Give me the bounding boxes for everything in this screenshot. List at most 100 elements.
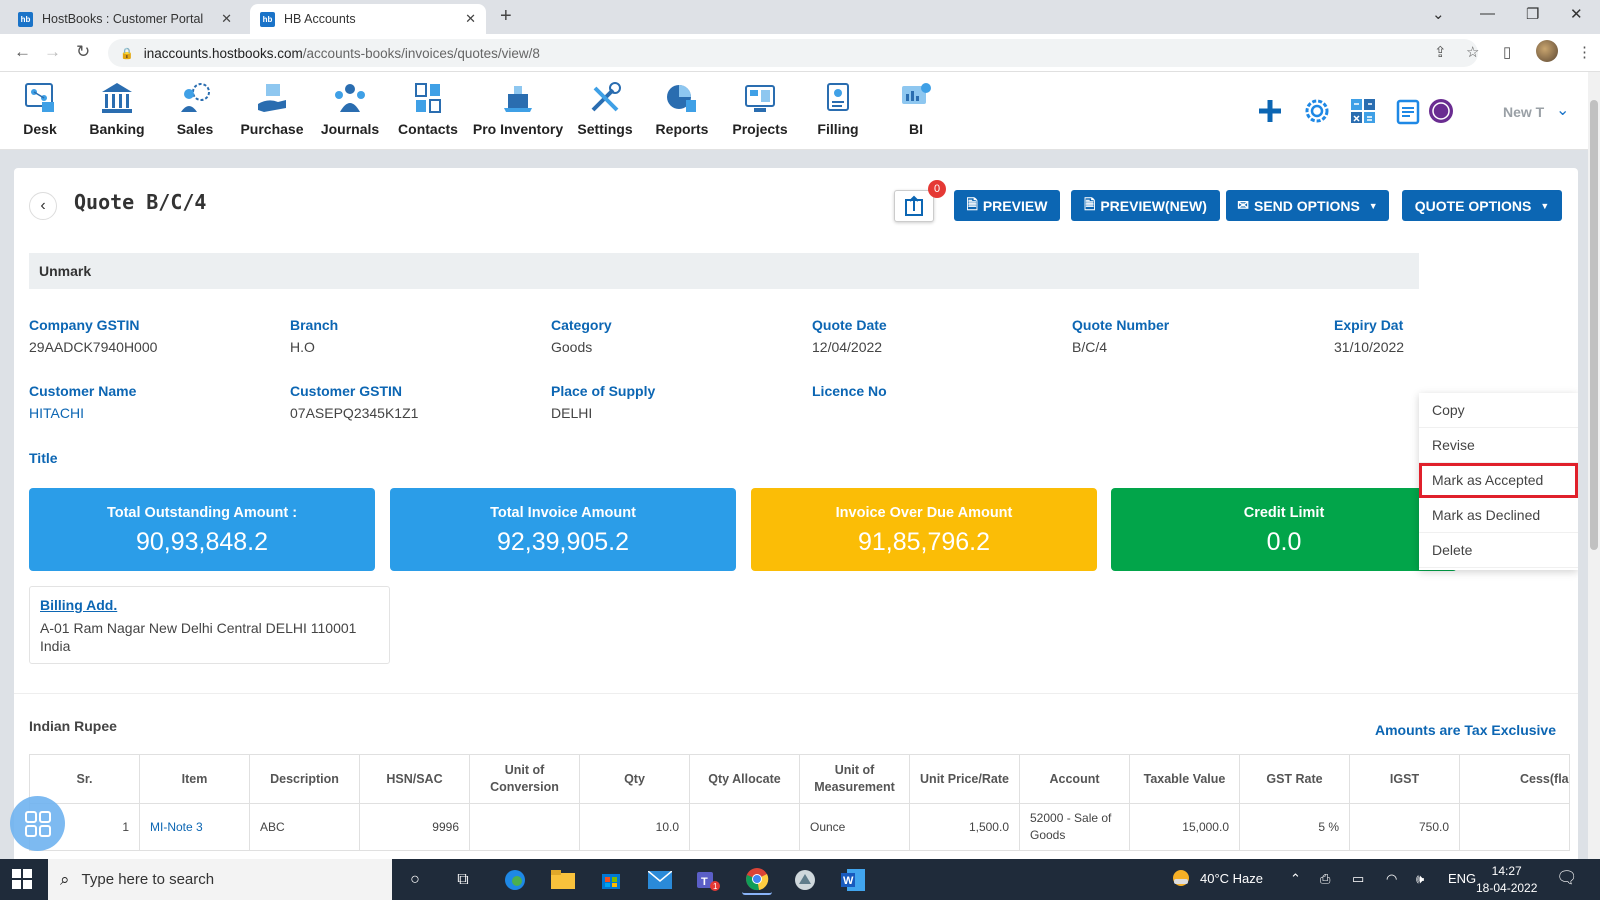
language-indicator[interactable]: ENG	[1448, 871, 1476, 886]
stat-label: Total Invoice Amount	[490, 505, 636, 521]
word-icon[interactable]: W	[838, 865, 868, 895]
stat-value: 90,93,848.2	[135, 528, 269, 556]
meet-now-icon[interactable]: ⎙	[1320, 871, 1330, 887]
new-badge-icon[interactable]	[1426, 96, 1456, 126]
billing-address-text: A-01 Ram Nagar New Delhi Central DELHI 1…	[40, 619, 379, 655]
field-label: Company GSTIN	[29, 317, 140, 333]
nav-filling[interactable]: Filling	[798, 78, 878, 137]
menu-item-revise[interactable]: Revise	[1419, 428, 1578, 463]
hostbooks-favicon-icon: hb	[260, 11, 275, 27]
field-value: Goods	[551, 339, 593, 355]
field-label: Quote Number	[1072, 317, 1170, 333]
nav-journals[interactable]: Journals	[310, 78, 390, 137]
menu-item-delete[interactable]: Delete	[1419, 533, 1578, 568]
notification-center-icon[interactable]: 🗨	[1556, 868, 1578, 888]
menu-item-mark-accepted[interactable]: Mark as Accepted	[1419, 463, 1578, 498]
edge-browser-icon[interactable]	[500, 865, 530, 895]
quote-date-field: Quote Date 12/04/2022	[812, 317, 887, 355]
page-scrollbar-thumb[interactable]	[1590, 100, 1598, 550]
side-panel-icon[interactable]: ▯	[1503, 43, 1511, 61]
column-header: Qty Allocate	[689, 754, 800, 804]
weather-icon[interactable]	[1170, 867, 1192, 892]
mail-icon[interactable]	[645, 865, 675, 895]
tab-search-chevron-icon[interactable]: ⌄	[1432, 5, 1445, 23]
new-tab-plus-icon[interactable]: +	[500, 5, 512, 28]
back-button[interactable]: ‹	[29, 192, 57, 220]
chevron-down-icon[interactable]: ⌄	[1556, 100, 1569, 120]
clipboard-icon[interactable]	[1393, 96, 1423, 126]
share-icon[interactable]: ⇪	[1434, 43, 1447, 61]
field-label: Branch	[290, 317, 339, 333]
taskbar-clock[interactable]: 14:27 18-04-2022	[1476, 863, 1537, 897]
apps-grid-button[interactable]	[10, 796, 65, 851]
tab-hb-accounts[interactable]: hb HB Accounts ✕	[250, 4, 486, 34]
cell-item-link[interactable]: MI-Note 3	[139, 803, 250, 851]
nav-desk[interactable]: Desk	[0, 78, 80, 137]
field-value: 12/04/2022	[812, 339, 883, 355]
customer-name-link[interactable]: HITACHI	[29, 405, 136, 421]
restore-icon[interactable]: ❐	[1526, 5, 1539, 23]
column-header: Unit of Measurement	[799, 754, 910, 804]
upload-button[interactable]	[894, 190, 934, 222]
unity-app-icon[interactable]	[790, 865, 820, 895]
tab-customer-portal[interactable]: hb HostBooks : Customer Portal ✕	[8, 4, 242, 34]
task-view-icon[interactable]: ⧉	[448, 865, 478, 895]
column-header: Description	[249, 754, 360, 804]
menu-item-mark-declined[interactable]: Mark as Declined	[1419, 498, 1578, 533]
preview-button[interactable]: 🗎 PREVIEW	[954, 190, 1060, 221]
minimize-icon[interactable]: —	[1480, 5, 1495, 22]
nav-projects[interactable]: Projects	[720, 78, 800, 137]
overdue-amount-card: Invoice Over Due Amount 91,85,796.2	[751, 488, 1097, 571]
billing-address-link[interactable]: Billing Add.	[40, 597, 379, 613]
nav-bi[interactable]: BI	[876, 78, 956, 137]
nav-contacts[interactable]: Contacts	[388, 78, 468, 137]
stat-label: Invoice Over Due Amount	[835, 505, 1013, 521]
nav-reports[interactable]: Reports	[642, 78, 722, 137]
stat-label: Total Outstanding Amount :	[106, 505, 298, 521]
store-icon[interactable]	[596, 865, 626, 895]
add-plus-icon[interactable]	[1255, 96, 1285, 126]
nav-purchase[interactable]: Purchase	[232, 78, 312, 137]
file-explorer-icon[interactable]	[548, 865, 578, 895]
windows-start-button[interactable]	[12, 869, 32, 892]
gear-icon[interactable]	[1302, 96, 1332, 126]
column-header: IGST	[1349, 754, 1460, 804]
quote-options-button[interactable]: QUOTE OPTIONS ▼	[1402, 190, 1562, 221]
browser-menu-icon[interactable]: ⋮	[1577, 43, 1592, 61]
clock-time: 14:27	[1491, 864, 1522, 878]
forward-arrow-icon[interactable]: →	[44, 42, 61, 62]
window-close-icon[interactable]: ✕	[1570, 5, 1583, 23]
teams-icon[interactable]: T1	[693, 865, 723, 895]
back-arrow-icon[interactable]: ←	[14, 42, 31, 62]
sales-icon	[155, 78, 235, 118]
quote-options-label: QUOTE OPTIONS	[1414, 197, 1532, 214]
cortana-circle-icon[interactable]: ○	[400, 865, 430, 895]
grid-icon	[24, 810, 51, 837]
table-header-row: Sr. Item Description HSN/SAC Unit of Con…	[29, 754, 1570, 804]
nav-label: Projects	[732, 121, 788, 137]
bookmark-star-icon[interactable]: ☆	[1466, 43, 1479, 61]
weather-text[interactable]: 40°C Haze	[1200, 871, 1263, 886]
close-icon[interactable]: ✕	[221, 11, 232, 27]
nav-banking[interactable]: Banking	[77, 78, 157, 137]
send-options-button[interactable]: ✉ SEND OPTIONS ▼	[1226, 190, 1389, 221]
profile-avatar[interactable]	[1536, 40, 1558, 62]
new-tenant-label[interactable]: New T	[1503, 104, 1544, 120]
chrome-icon[interactable]	[742, 865, 772, 895]
wifi-icon[interactable]: ◠	[1386, 871, 1397, 887]
close-icon[interactable]: ✕	[465, 11, 476, 27]
calculator-icon[interactable]	[1348, 96, 1378, 126]
taskbar-search-input[interactable]: ⌕ Type here to search	[48, 859, 392, 900]
nav-pro-inventory[interactable]: Pro Inventory	[470, 78, 566, 137]
windows-taskbar: ⌕ Type here to search ○ ⧉ T1 W 40°C Haze…	[0, 859, 1600, 900]
preview-new-button[interactable]: 🗎 PREVIEW(NEW)	[1071, 190, 1220, 221]
cell-qty-allocate	[689, 803, 800, 851]
reload-icon[interactable]: ↻	[76, 42, 90, 62]
url-input[interactable]: 🔒 inaccounts.hostbooks.com/accounts-book…	[108, 39, 1478, 67]
nav-settings[interactable]: Settings	[565, 78, 645, 137]
nav-sales[interactable]: Sales	[155, 78, 235, 137]
volume-icon[interactable]: 🕪	[1416, 871, 1424, 887]
menu-item-copy[interactable]: Copy	[1419, 393, 1578, 428]
battery-icon[interactable]: ▭	[1352, 871, 1364, 887]
chevron-up-icon[interactable]: ⌃	[1290, 871, 1301, 887]
